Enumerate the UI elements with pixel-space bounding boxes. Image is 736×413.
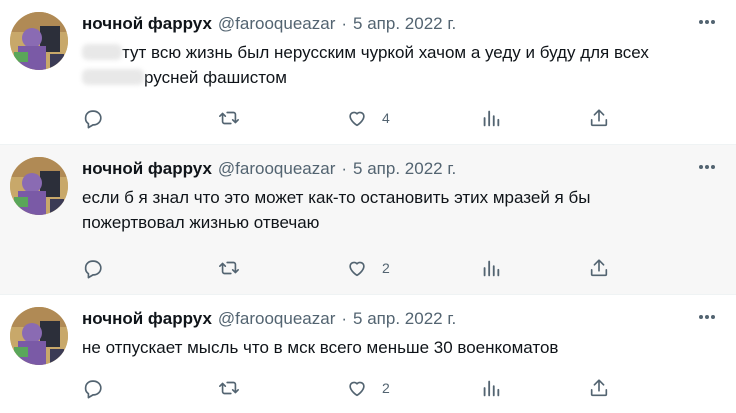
user-handle[interactable]: @farooqueazar bbox=[218, 159, 335, 179]
tweet-date[interactable]: 5 апр. 2022 г. bbox=[353, 159, 456, 179]
display-name[interactable]: ночной фаррух bbox=[82, 309, 212, 329]
tweet-text: тут всю жизнь был нерусским чуркой хачом… bbox=[82, 40, 720, 90]
bar-chart-icon bbox=[483, 380, 500, 397]
views-button[interactable] bbox=[480, 107, 588, 129]
tweet-date[interactable]: 5 апр. 2022 г. bbox=[353, 14, 456, 34]
retweet-button[interactable] bbox=[218, 377, 346, 399]
like-button[interactable]: 4 bbox=[346, 107, 480, 129]
avatar[interactable] bbox=[10, 157, 68, 215]
tweet-text: если б я знал что это может как-то остан… bbox=[82, 185, 720, 235]
heart-icon bbox=[349, 261, 365, 277]
avatar[interactable] bbox=[10, 12, 68, 70]
tweet-text-line2: русней фашистом bbox=[144, 68, 287, 87]
views-button[interactable] bbox=[480, 257, 588, 279]
retweet-button[interactable] bbox=[218, 107, 346, 129]
share-upload-icon bbox=[590, 109, 608, 127]
user-handle[interactable]: @farooqueazar bbox=[218, 309, 335, 329]
tweet[interactable]: ночной фаррух @farooqueazar · 5 апр. 202… bbox=[0, 295, 736, 413]
like-count: 4 bbox=[382, 110, 390, 126]
separator: · bbox=[341, 14, 348, 33]
reply-bubble-icon bbox=[84, 380, 102, 399]
tweet[interactable]: ночной фаррух @farooqueazar · 5 апр. 202… bbox=[0, 0, 736, 145]
bar-chart-icon bbox=[483, 260, 500, 277]
retweet-icon bbox=[219, 261, 239, 275]
retweet-button[interactable] bbox=[218, 257, 346, 279]
reply-button[interactable] bbox=[82, 377, 218, 399]
reply-bubble-icon bbox=[84, 260, 102, 279]
heart-icon bbox=[349, 381, 365, 397]
like-button[interactable]: 2 bbox=[346, 377, 480, 399]
bar-chart-icon bbox=[483, 110, 500, 127]
tweet-actions: 4 bbox=[82, 107, 636, 129]
display-name[interactable]: ночной фаррух bbox=[82, 159, 212, 179]
tweet-text-line1: не отпускает мысль что в мск всего меньш… bbox=[82, 338, 559, 357]
separator: · bbox=[341, 159, 348, 178]
share-button[interactable] bbox=[588, 107, 610, 129]
more-horizontal-icon[interactable] bbox=[698, 159, 716, 170]
display-name[interactable]: ночной фаррух bbox=[82, 14, 212, 34]
reply-button[interactable] bbox=[82, 257, 218, 279]
tweet-header: ночной фаррух @farooqueazar · 5 апр. 202… bbox=[82, 157, 720, 181]
tweet-date[interactable]: 5 апр. 2022 г. bbox=[353, 309, 456, 329]
heart-icon bbox=[349, 111, 365, 127]
redacted-text bbox=[82, 69, 144, 85]
share-button[interactable] bbox=[588, 377, 610, 399]
retweet-icon bbox=[219, 381, 239, 395]
views-button[interactable] bbox=[480, 377, 588, 399]
like-button[interactable]: 2 bbox=[346, 257, 480, 279]
tweet-actions: 2 bbox=[82, 257, 636, 279]
tweet-header: ночной фаррух @farooqueazar · 5 апр. 202… bbox=[82, 307, 720, 331]
share-upload-icon bbox=[590, 259, 608, 277]
separator: · bbox=[341, 309, 348, 328]
more-horizontal-icon[interactable] bbox=[698, 14, 716, 25]
tweet-header: ночной фаррух @farooqueazar · 5 апр. 202… bbox=[82, 12, 720, 36]
tweet-text-line1: если б я знал что это может как-то остан… bbox=[82, 188, 591, 207]
tweet-text-line2: пожертвовал жизнью отвечаю bbox=[82, 213, 320, 232]
like-count: 2 bbox=[382, 380, 390, 396]
tweet-text-line1: тут всю жизнь был нерусским чуркой хачом… bbox=[122, 43, 649, 62]
avatar[interactable] bbox=[10, 307, 68, 365]
more-horizontal-icon[interactable] bbox=[698, 309, 716, 320]
redacted-text bbox=[82, 44, 122, 60]
like-count: 2 bbox=[382, 260, 390, 276]
tweet-actions: 2 bbox=[82, 377, 636, 399]
reply-button[interactable] bbox=[82, 107, 218, 129]
tweet-feed: ночной фаррух @farooqueazar · 5 апр. 202… bbox=[0, 0, 736, 413]
tweet-text: не отпускает мысль что в мск всего меньш… bbox=[82, 335, 720, 360]
share-upload-icon bbox=[590, 379, 608, 397]
reply-bubble-icon bbox=[84, 110, 102, 129]
share-button[interactable] bbox=[588, 257, 610, 279]
retweet-icon bbox=[219, 111, 239, 125]
user-handle[interactable]: @farooqueazar bbox=[218, 14, 335, 34]
tweet[interactable]: ночной фаррух @farooqueazar · 5 апр. 202… bbox=[0, 145, 736, 295]
